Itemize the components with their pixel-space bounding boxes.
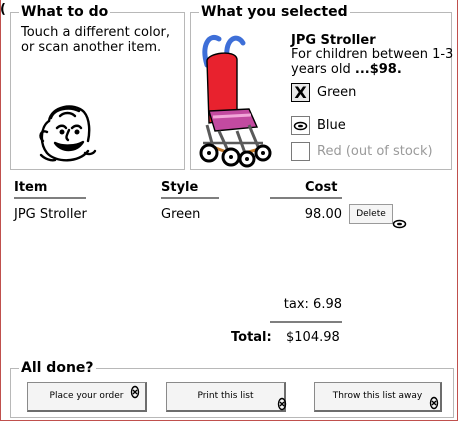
total-value: $104.98: [286, 330, 340, 345]
color-label-red: Red (out of stock): [317, 144, 433, 159]
blue-checkbox[interactable]: [291, 116, 310, 135]
product-name: JPG Stroller: [291, 33, 376, 48]
color-option-red[interactable]: Red (out of stock): [291, 142, 451, 164]
frame-stub: (: [0, 2, 6, 17]
what-to-do-title: What to do: [19, 4, 111, 20]
stroller-icon: [199, 35, 272, 168]
header-cost-rule: [270, 197, 342, 199]
row-item: JPG Stroller: [14, 207, 87, 222]
instructions-text: Touch a different color, or scan another…: [21, 25, 171, 55]
throw-list-away-label: Throw this list away: [332, 391, 423, 401]
print-list-label: Print this list: [197, 391, 254, 401]
place-order-label: Place your order: [49, 391, 124, 401]
touch-cursor-icon: [277, 397, 287, 411]
color-label-blue: Blue: [317, 118, 346, 133]
row-cost: 98.00: [304, 207, 342, 222]
all-done-title: All done?: [19, 360, 96, 376]
product-price: ...$98.: [354, 62, 402, 77]
total-rule: [270, 321, 342, 323]
total-label: Total:: [231, 330, 272, 345]
place-order-button[interactable]: Place your order: [27, 382, 147, 412]
touch-cursor-icon: [429, 396, 439, 410]
selection-title: What you selected: [199, 4, 350, 20]
header-style-rule: [161, 197, 219, 199]
header-cost: Cost: [305, 180, 338, 195]
touch-cursor-icon: [293, 121, 308, 131]
smiling-face-icon: [39, 105, 97, 162]
red-checkbox[interactable]: [291, 142, 310, 161]
selection-group: What you selected JPG Stroller For child…: [190, 4, 453, 170]
color-option-green[interactable]: X Green: [291, 83, 451, 105]
row-style: Green: [161, 207, 201, 222]
print-list-button[interactable]: Print this list: [166, 382, 287, 412]
throw-list-away-button[interactable]: Throw this list away: [314, 382, 442, 412]
header-item-rule: [14, 197, 86, 199]
header-style: Style: [161, 180, 199, 195]
tax-line: tax: 6.98: [260, 297, 342, 313]
touch-cursor-icon: [130, 385, 140, 399]
what-to-do-group: What to do Touch a different color, or s…: [10, 4, 185, 170]
green-checkbox[interactable]: X: [291, 83, 310, 102]
tax-value: 6.98: [313, 297, 342, 312]
tax-label: tax:: [283, 297, 309, 312]
header-item: Item: [14, 180, 48, 195]
delete-button[interactable]: Delete: [349, 204, 393, 224]
color-option-blue[interactable]: Blue: [291, 116, 451, 138]
touch-cursor-icon: [392, 219, 407, 229]
color-label-green: Green: [317, 85, 357, 100]
product-description: For children between 1-3 years old ...$9…: [291, 47, 456, 77]
